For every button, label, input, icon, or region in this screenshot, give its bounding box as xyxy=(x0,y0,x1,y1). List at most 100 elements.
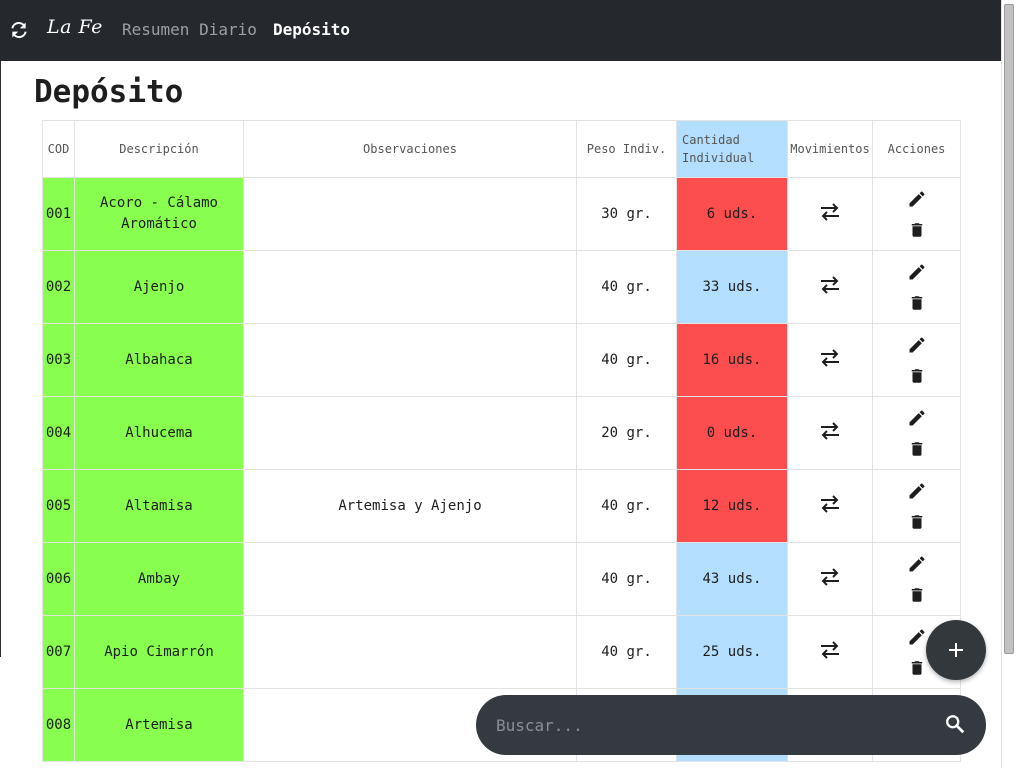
row-observations xyxy=(243,396,577,470)
search-input[interactable] xyxy=(496,713,926,737)
table-row[interactable]: 004 Alhucema 20 gr. 0 uds. xyxy=(42,396,961,470)
row-cod: 005 xyxy=(42,469,75,543)
row-movements xyxy=(787,615,873,689)
swap-arrows-icon[interactable] xyxy=(819,275,841,295)
vertical-scrollbar[interactable] xyxy=(1001,0,1016,768)
page-title: Depósito xyxy=(34,74,184,110)
row-quantity: 6 uds. xyxy=(676,177,788,251)
search-bar xyxy=(476,695,986,755)
scrollbar-thumb[interactable] xyxy=(1004,4,1014,654)
nav-link-deposito[interactable]: Depósito xyxy=(273,20,350,39)
row-actions xyxy=(872,396,961,470)
row-cod: 006 xyxy=(42,542,75,616)
row-description: Acoro - Cálamo Aromático xyxy=(74,177,244,251)
row-quantity: 16 uds. xyxy=(676,323,788,397)
pencil-icon[interactable] xyxy=(874,335,960,355)
row-cod: 003 xyxy=(42,323,75,397)
pencil-icon[interactable] xyxy=(874,481,960,501)
row-weight: 40 gr. xyxy=(576,250,677,324)
trash-icon[interactable] xyxy=(874,439,960,459)
pencil-icon[interactable] xyxy=(874,554,960,574)
refresh-icon[interactable] xyxy=(8,19,30,41)
row-weight: 40 gr. xyxy=(576,615,677,689)
table-row[interactable]: 005 Altamisa Artemisa y Ajenjo 40 gr. 12 uds… xyxy=(42,469,961,543)
row-movements xyxy=(787,396,873,470)
row-cod: 001 xyxy=(42,177,75,251)
row-weight: 30 gr. xyxy=(576,177,677,251)
row-quantity: 33 uds. xyxy=(676,250,788,324)
row-actions xyxy=(872,469,961,543)
table-row[interactable]: 002 Ajenjo 40 gr. 33 uds. xyxy=(42,250,961,324)
table-row[interactable]: 006 Ambay 40 gr. 43 uds. xyxy=(42,542,961,616)
swap-arrows-icon[interactable] xyxy=(819,202,841,222)
row-movements xyxy=(787,542,873,616)
row-description-line2: Aromático xyxy=(121,216,197,232)
trash-icon[interactable] xyxy=(874,512,960,532)
row-observations: Artemisa y Ajenjo xyxy=(243,469,577,543)
col-header-cod[interactable]: COD xyxy=(42,120,75,178)
row-description: Ambay xyxy=(74,542,244,616)
row-movements xyxy=(787,250,873,324)
row-observations xyxy=(243,542,577,616)
row-observations xyxy=(243,323,577,397)
swap-arrows-icon[interactable] xyxy=(819,640,841,660)
pencil-icon[interactable] xyxy=(874,189,960,209)
col-header-observaciones[interactable]: Observaciones xyxy=(243,120,577,178)
swap-arrows-icon[interactable] xyxy=(819,348,841,368)
row-weight: 40 gr. xyxy=(576,323,677,397)
pencil-icon[interactable] xyxy=(874,262,960,282)
table-row[interactable]: 001 Acoro - Cálamo Aromático 30 gr. 6 uds. xyxy=(42,177,961,251)
row-cod: 004 xyxy=(42,396,75,470)
row-actions xyxy=(872,323,961,397)
row-description-line1: Acoro - Cálamo xyxy=(99,195,218,211)
col-header-peso[interactable]: Peso Indiv. xyxy=(576,120,677,178)
table-header-row: COD Descripción Observaciones Peso Indiv… xyxy=(42,120,961,178)
row-description-line1: Artemisa xyxy=(125,716,193,733)
row-weight: 20 gr. xyxy=(576,396,677,470)
col-header-movimientos[interactable]: Movimientos xyxy=(787,120,873,178)
row-movements xyxy=(787,469,873,543)
row-cod: 002 xyxy=(42,250,75,324)
row-description: Altamisa xyxy=(74,469,244,543)
row-description-line1: Ajenjo xyxy=(133,278,185,295)
row-description: Ajenjo xyxy=(74,250,244,324)
col-header-acciones[interactable]: Acciones xyxy=(872,120,961,178)
row-description: Alhucema xyxy=(74,396,244,470)
row-description-line1: Apio Cimarrón xyxy=(104,643,214,660)
window-edge xyxy=(0,61,1,657)
pencil-icon[interactable] xyxy=(874,408,960,428)
row-description: Apio Cimarrón xyxy=(74,615,244,689)
row-quantity: 43 uds. xyxy=(676,542,788,616)
add-item-button[interactable] xyxy=(926,620,986,680)
swap-arrows-icon[interactable] xyxy=(819,494,841,514)
col-header-descripcion[interactable]: Descripción xyxy=(74,120,244,178)
nav-link-resumen-diario[interactable]: Resumen Diario xyxy=(122,20,257,39)
row-movements xyxy=(787,323,873,397)
plus-icon xyxy=(947,641,965,659)
swap-arrows-icon[interactable] xyxy=(819,421,841,441)
table-row[interactable]: 003 Albahaca 40 gr. 16 uds. xyxy=(42,323,961,397)
row-movements xyxy=(787,177,873,251)
row-quantity: 0 uds. xyxy=(676,396,788,470)
row-observations xyxy=(243,615,577,689)
swap-arrows-icon[interactable] xyxy=(819,567,841,587)
col-header-cantidad-line1: Cantidad xyxy=(682,133,740,147)
search-icon[interactable] xyxy=(944,713,966,735)
trash-icon[interactable] xyxy=(874,220,960,240)
row-description-line1: Altamisa xyxy=(125,497,193,514)
trash-icon[interactable] xyxy=(874,366,960,386)
col-header-cantidad-line2: Individual xyxy=(682,151,755,165)
table-row[interactable]: 007 Apio Cimarrón 40 gr. 25 uds. xyxy=(42,615,961,689)
row-actions xyxy=(872,250,961,324)
col-header-cantidad[interactable]: Cantidad Individual xyxy=(676,120,788,178)
row-description: Artemisa xyxy=(74,688,244,762)
navbar: La Fe Resumen Diario Depósito xyxy=(0,0,1001,61)
trash-icon[interactable] xyxy=(874,293,960,313)
row-description-line1: Alhucema xyxy=(125,424,193,441)
row-description-line1: Ambay xyxy=(137,570,181,587)
row-description-line1: Albahaca xyxy=(125,351,193,368)
row-cod: 008 xyxy=(42,688,75,762)
trash-icon[interactable] xyxy=(874,585,960,605)
brand-logo[interactable]: La Fe xyxy=(47,16,103,38)
row-actions xyxy=(872,542,961,616)
